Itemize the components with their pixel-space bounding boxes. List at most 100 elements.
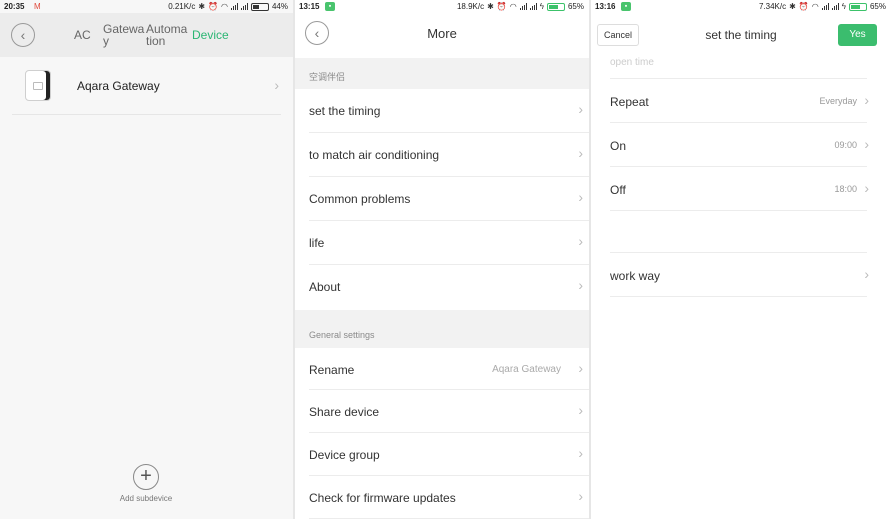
page-header: ‹ More: [295, 13, 589, 58]
spacer-row: [610, 211, 867, 253]
network-speed: 0.21K/c: [168, 2, 196, 11]
rename-value: Aqara Gateway: [492, 364, 561, 375]
add-subdevice-button[interactable]: +: [133, 464, 159, 490]
device-name: Aqara Gateway: [77, 79, 160, 93]
menu-item-label: to match air conditioning: [309, 148, 440, 162]
chevron-right-icon: ›: [864, 136, 869, 152]
app-notification-icon: ▪: [325, 2, 335, 11]
chevron-right-icon: ›: [578, 445, 583, 461]
back-button[interactable]: ‹: [11, 23, 35, 47]
chevron-right-icon: ›: [578, 145, 583, 161]
section-header-general-settings: General settings: [295, 310, 589, 348]
chevron-right-icon: ›: [578, 488, 583, 504]
menu-item-firmware-updates[interactable]: Check for firmware updates ›: [309, 476, 589, 519]
signal-icon-2: [831, 3, 839, 10]
status-time: 13:15: [299, 2, 320, 11]
menu-item-label: set the timing: [309, 104, 381, 118]
work-way-row[interactable]: work way ›: [610, 253, 869, 297]
app-notification-icon: ▪: [621, 2, 631, 11]
chevron-right-icon: ›: [578, 402, 583, 418]
tab-header: ‹ AC Gatewa y Automa tion Device: [0, 13, 293, 57]
menu-item-label: Share device: [309, 405, 380, 419]
menu-item-match-ac[interactable]: to match air conditioning ›: [309, 133, 589, 177]
bluetooth-icon: ✱: [487, 1, 494, 11]
set-timing-screen: 13:16 ▪ 7.34K/c ✱ ⏰ ◠ ϟ 65% Cancel set t…: [591, 0, 891, 519]
off-label: Off: [610, 183, 626, 197]
status-time: 20:35: [4, 2, 25, 11]
work-way-label: work way: [610, 269, 661, 283]
tab-gateway[interactable]: Gatewa y: [103, 23, 144, 47]
off-time-value: 18:00: [834, 184, 857, 194]
battery-icon: [250, 2, 269, 11]
menu-item-label: Common problems: [309, 192, 411, 206]
signal-icon: [230, 3, 238, 10]
battery-percent: 65%: [567, 2, 584, 11]
repeat-value: Everyday: [819, 96, 857, 106]
chevron-right-icon: ›: [274, 77, 279, 93]
signal-icon-2: [529, 3, 537, 10]
tab-automation[interactable]: Automa tion: [146, 23, 187, 47]
device-list-screen: 20:35 M 0.21K/c ✱ ⏰ ◠ 44% ‹ AC Gatewa y …: [0, 0, 293, 519]
network-speed: 7.34K/c: [758, 2, 787, 11]
tab-ac[interactable]: AC: [74, 29, 91, 41]
menu-item-label: Check for firmware updates: [309, 491, 456, 505]
chevron-right-icon: ›: [864, 92, 869, 108]
battery-percent: 65%: [869, 2, 886, 11]
plus-icon: +: [140, 465, 152, 487]
chevron-right-icon: ›: [864, 266, 869, 282]
network-speed: 18.9K/c: [456, 2, 485, 11]
chevron-right-icon: ›: [578, 277, 583, 293]
bluetooth-icon: ✱: [198, 1, 206, 11]
menu-item-label: About: [309, 280, 341, 294]
mail-icon: M: [34, 2, 41, 11]
wifi-icon: ◠: [811, 1, 819, 11]
chevron-right-icon: ›: [864, 180, 869, 196]
status-bar: 13:15 ▪ 18.9K/c ✱ ⏰ ◠ ϟ 65%: [295, 0, 589, 13]
repeat-label: Repeat: [610, 95, 649, 109]
device-row-aqara-gateway[interactable]: Aqara Gateway ›: [12, 59, 281, 115]
divider: [610, 35, 867, 79]
chevron-right-icon: ›: [578, 189, 583, 205]
wifi-icon: ◠: [221, 1, 228, 11]
chevron-right-icon: ›: [578, 101, 583, 117]
menu-item-device-group[interactable]: Device group ›: [309, 433, 589, 476]
menu-item-share-device[interactable]: Share device ›: [309, 390, 589, 433]
menu-item-label: Rename: [309, 363, 355, 377]
menu-item-common-problems[interactable]: Common problems ›: [309, 177, 589, 221]
alarm-icon: ⏰: [208, 1, 218, 11]
menu-item-life[interactable]: life ›: [309, 221, 589, 265]
charging-icon: ϟ: [841, 1, 846, 11]
chevron-left-icon: ‹: [20, 27, 26, 43]
wifi-icon: ◠: [509, 1, 517, 11]
menu-item-label: Device group: [309, 448, 380, 462]
section-header-ac-companion: 空调伴侣: [295, 58, 589, 89]
status-bar: 13:16 ▪ 7.34K/c ✱ ⏰ ◠ ϟ 65%: [591, 0, 891, 13]
chevron-right-icon: ›: [578, 360, 583, 376]
chevron-right-icon: ›: [578, 233, 583, 249]
charging-icon: ϟ: [539, 1, 544, 11]
battery-icon: [848, 2, 867, 11]
menu-item-set-timing[interactable]: set the timing ›: [309, 89, 589, 133]
repeat-row[interactable]: Repeat Everyday ›: [610, 79, 869, 123]
alarm-icon: ⏰: [798, 1, 809, 11]
off-time-row[interactable]: Off 18:00 ›: [610, 167, 869, 211]
signal-icon: [821, 3, 829, 10]
battery-percent: 44%: [271, 2, 288, 11]
page-title: More: [427, 26, 457, 41]
tab-device[interactable]: Device: [192, 29, 229, 41]
signal-icon: [519, 3, 527, 10]
battery-icon: [546, 2, 565, 11]
menu-item-label: life: [309, 236, 325, 250]
status-time: 13:16: [595, 2, 616, 11]
on-time-value: 09:00: [834, 140, 857, 150]
add-subdevice-label: Add subdevice: [119, 494, 173, 503]
more-screen: 13:15 ▪ 18.9K/c ✱ ⏰ ◠ ϟ 65% ‹ More 空调伴侣 …: [295, 0, 589, 519]
menu-item-rename[interactable]: Rename Aqara Gateway ›: [309, 348, 589, 390]
on-label: On: [610, 139, 627, 153]
alarm-icon: ⏰: [496, 1, 507, 11]
signal-icon-2: [240, 3, 248, 10]
on-time-row[interactable]: On 09:00 ›: [610, 123, 869, 167]
menu-item-about[interactable]: About ›: [309, 265, 589, 309]
status-bar: 20:35 M 0.21K/c ✱ ⏰ ◠ 44%: [0, 0, 293, 13]
bluetooth-icon: ✱: [789, 1, 796, 11]
